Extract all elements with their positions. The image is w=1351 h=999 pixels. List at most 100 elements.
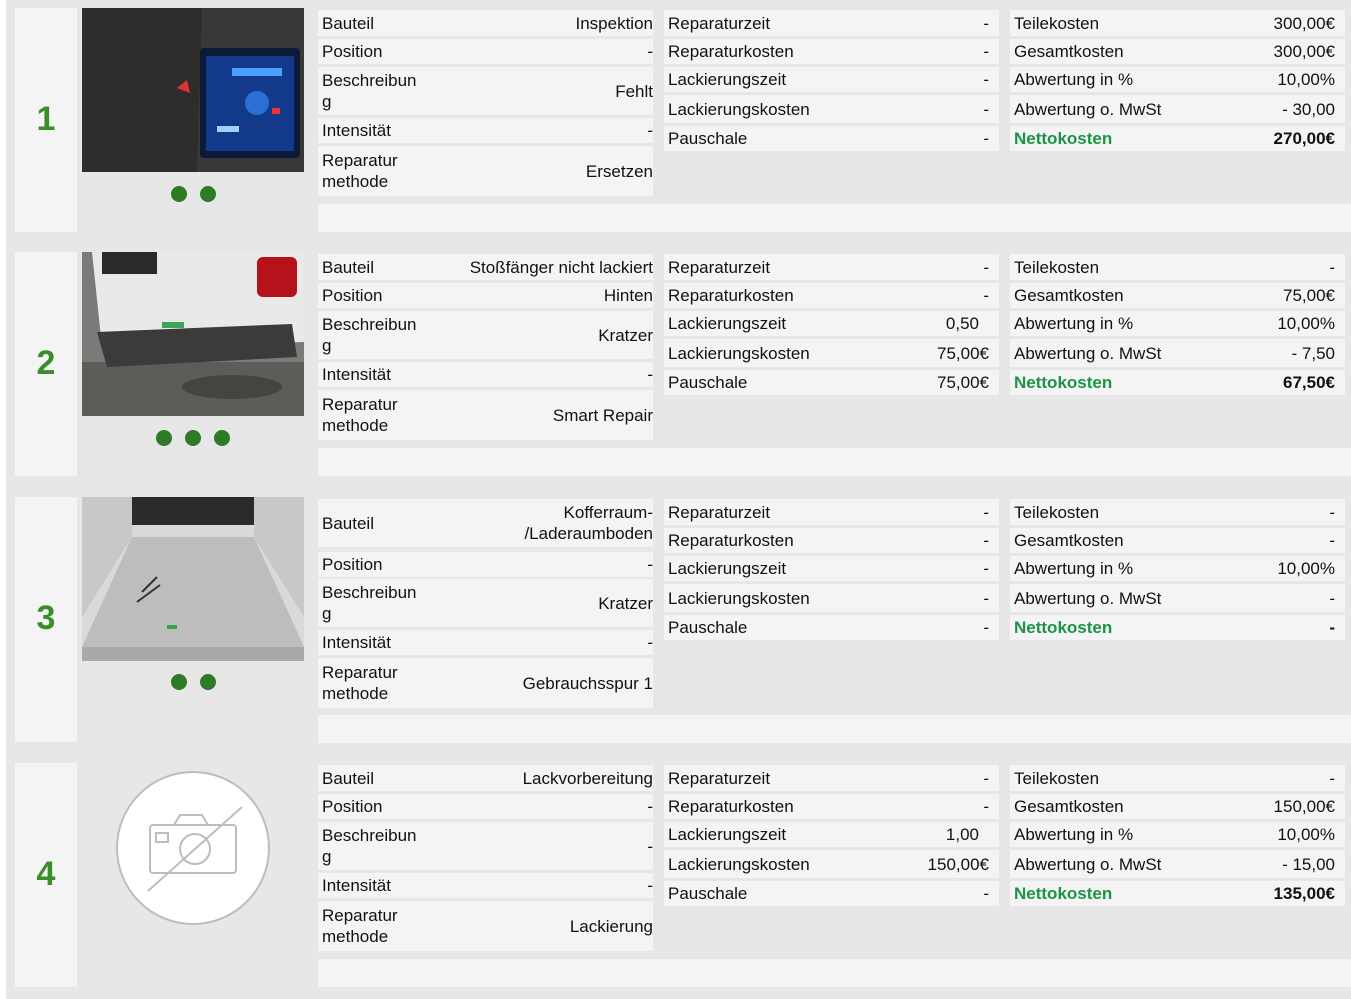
- row-reparaturzeit: Reparaturzeit -: [664, 765, 999, 791]
- damage-entry: 2 Bauteil Stoßfänger nicht lackiert Posi…: [6, 252, 1351, 476]
- value-reparaturzeit: -: [983, 14, 989, 33]
- number-cell: 3: [15, 497, 77, 742]
- value-methode: Ersetzen: [585, 162, 653, 181]
- damage-photo[interactable]: [82, 252, 304, 416]
- row-gesamtkosten: Gesamtkosten 300,00€: [1010, 39, 1345, 64]
- row-abwertung-prozent: Abwertung in % 10,00%: [1010, 67, 1345, 92]
- damage-photo[interactable]: [82, 8, 304, 172]
- value-pauschale: -: [983, 618, 989, 637]
- photo-pagination[interactable]: [82, 430, 304, 446]
- value-beschreibung: Fehlt: [615, 82, 653, 101]
- value-methode: Smart Repair: [552, 406, 653, 425]
- row-pauschale: Pauschale -: [664, 615, 999, 640]
- entry-footer-band: [318, 448, 1351, 476]
- value-nettokosten: -: [1329, 618, 1335, 637]
- entry-number: 2: [36, 344, 56, 382]
- row-bauteil: Bauteil Inspektion: [318, 10, 653, 36]
- label-gesamtkosten: Gesamtkosten: [1014, 797, 1124, 816]
- value-gesamtkosten: -: [1329, 531, 1335, 550]
- label-position: Position: [322, 286, 383, 305]
- row-lackierungszeit: Lackierungszeit -: [664, 67, 999, 92]
- label-abwertung-prozent: Abwertung in %: [1014, 70, 1134, 89]
- label-bauteil: Bauteil: [322, 258, 374, 277]
- number-cell: 1: [15, 8, 77, 232]
- damage-photo[interactable]: [82, 497, 304, 661]
- label-methode-2: methode: [322, 416, 389, 435]
- label-nettokosten: Nettokosten: [1014, 618, 1113, 637]
- label-abwertung-mwst: Abwertung o. MwSt: [1014, 855, 1162, 874]
- value-reparaturkosten: -: [983, 797, 989, 816]
- damage-entry: 3 Bauteil Kofferraum- /Laderaumboden Pos…: [6, 497, 1351, 743]
- row-methode: Reparatur methode Gebrauchsspur 1: [318, 658, 653, 708]
- row-methode: Reparatur methode Lackierung: [318, 901, 653, 951]
- row-abwertung-prozent: Abwertung in % 10,00%: [1010, 822, 1345, 847]
- damage-report-frame: 1 Bauteil Inspektion Position - Beschrei…: [6, 0, 1351, 999]
- row-methode: Reparatur methode Ersetzen: [318, 146, 653, 196]
- label-reparaturzeit: Reparaturzeit: [668, 14, 771, 33]
- label-abwertung-prozent: Abwertung in %: [1014, 825, 1134, 844]
- row-teilekosten: Teilekosten 300,00€: [1010, 10, 1345, 36]
- label-beschreibung-1: Beschreibun: [322, 315, 417, 334]
- row-gesamtkosten: Gesamtkosten -: [1010, 528, 1345, 553]
- row-pauschale: Pauschale -: [664, 126, 999, 151]
- dashboard-photo-icon: [82, 8, 304, 172]
- pagination-dot[interactable]: [185, 430, 201, 446]
- value-reparaturzeit: -: [983, 258, 989, 277]
- value-position: -: [647, 555, 653, 574]
- label-reparaturkosten: Reparaturkosten: [668, 42, 794, 61]
- value-teilekosten: -: [1329, 503, 1335, 522]
- value-beschreibung: Kratzer: [598, 594, 653, 613]
- label-abwertung-mwst: Abwertung o. MwSt: [1014, 100, 1162, 119]
- value-bauteil: Stoßfänger nicht lackiert: [469, 258, 653, 277]
- value-intensitaet: -: [647, 121, 653, 140]
- pagination-dot[interactable]: [170, 674, 187, 690]
- row-nettokosten: Nettokosten 67,50€: [1010, 370, 1345, 395]
- label-pauschale: Pauschale: [668, 618, 748, 637]
- row-gesamtkosten: Gesamtkosten 75,00€: [1010, 283, 1345, 308]
- entry-number: 3: [36, 599, 56, 637]
- row-position: Position -: [318, 794, 653, 819]
- label-reparaturkosten: Reparaturkosten: [668, 797, 794, 816]
- pagination-dot[interactable]: [199, 186, 216, 202]
- label-bauteil: Bauteil: [322, 14, 374, 33]
- value-nettokosten: 67,50€: [1283, 373, 1335, 392]
- pagination-dot[interactable]: [214, 430, 230, 446]
- pagination-dot[interactable]: [170, 186, 187, 202]
- value-lackierungszeit: 0,50: [945, 314, 979, 333]
- row-abwertung-prozent: Abwertung in % 10,00%: [1010, 311, 1345, 336]
- value-lackierungszeit: -: [983, 559, 989, 578]
- row-lackierungszeit: Lackierungszeit 1,00: [664, 822, 999, 847]
- row-lackierungszeit: Lackierungszeit 0,50: [664, 311, 999, 336]
- row-beschreibung: Beschreibun g Kratzer: [318, 579, 653, 627]
- value-lackierungszeit: -: [983, 70, 989, 89]
- value-lackierungskosten: -: [983, 100, 989, 119]
- pagination-dot[interactable]: [156, 430, 172, 446]
- value-bauteil: Lackvorbereitung: [522, 769, 653, 788]
- value-gesamtkosten: 150,00€: [1273, 797, 1335, 816]
- label-beschreibung-2: g: [322, 92, 332, 111]
- row-lackierungskosten: Lackierungskosten 150,00€: [664, 850, 999, 878]
- pagination-dot[interactable]: [199, 674, 216, 690]
- value-abwertung-mwst: - 30,00: [1282, 100, 1335, 119]
- row-reparaturkosten: Reparaturkosten -: [664, 283, 999, 308]
- label-intensitaet: Intensität: [322, 365, 391, 384]
- value-position: -: [647, 42, 653, 61]
- label-intensitaet: Intensität: [322, 121, 391, 140]
- entry-number: 1: [36, 100, 56, 138]
- row-teilekosten: Teilekosten -: [1010, 499, 1345, 525]
- value-intensitaet: -: [647, 633, 653, 652]
- row-methode: Reparatur methode Smart Repair: [318, 390, 653, 440]
- value-methode: Gebrauchsspur 1: [522, 674, 653, 693]
- row-intensitaet: Intensität -: [318, 630, 653, 655]
- value-bauteil: Inspektion: [575, 14, 654, 33]
- photo-pagination[interactable]: [82, 186, 304, 202]
- label-bauteil: Bauteil: [322, 514, 374, 533]
- label-beschreibung-1: Beschreibun: [322, 583, 417, 602]
- photo-pagination[interactable]: [82, 674, 304, 690]
- label-lackierungskosten: Lackierungskosten: [668, 589, 810, 608]
- value-pauschale: -: [983, 129, 989, 148]
- label-methode-2: methode: [322, 684, 389, 703]
- value-intensitaet: -: [647, 365, 653, 384]
- row-reparaturzeit: Reparaturzeit -: [664, 254, 999, 280]
- value-reparaturkosten: -: [983, 531, 989, 550]
